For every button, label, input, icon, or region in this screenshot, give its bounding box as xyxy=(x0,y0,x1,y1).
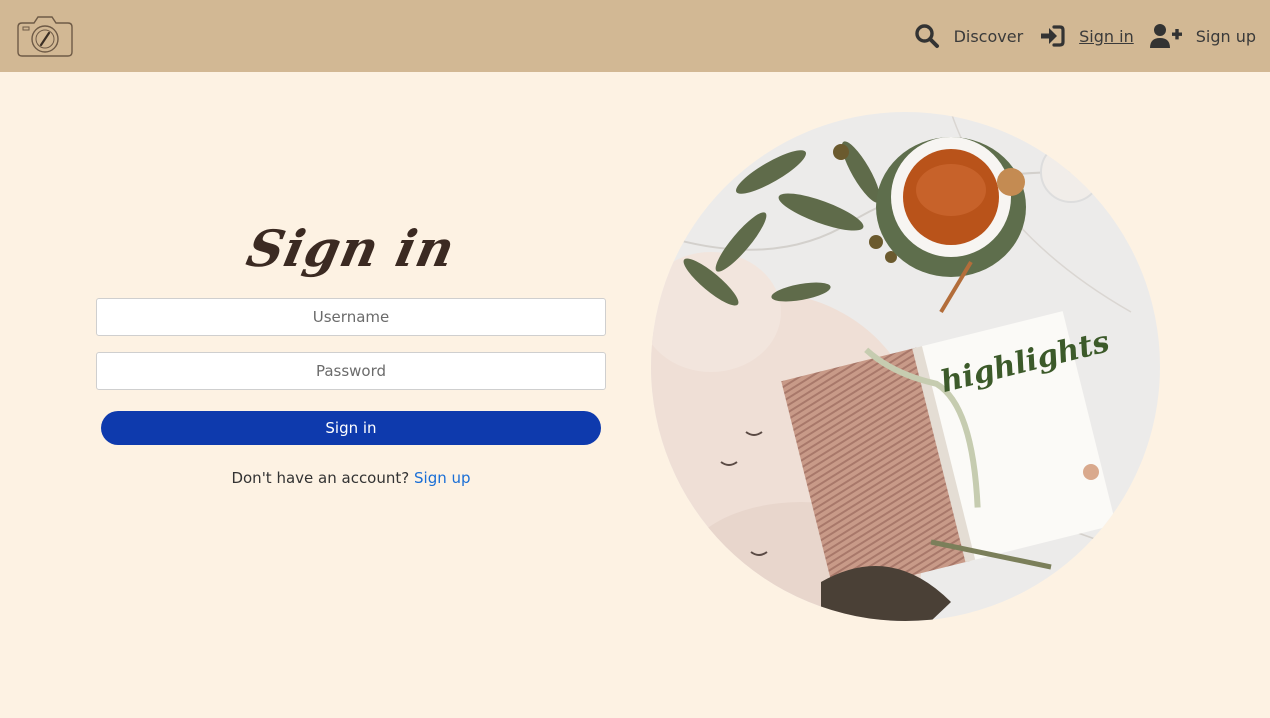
nav-signup-link[interactable]: Sign up xyxy=(1196,27,1256,46)
nav-signup-label: Sign up xyxy=(1195,26,1256,46)
sign-in-icon[interactable] xyxy=(1039,23,1065,49)
hero-image: highlights xyxy=(651,112,1160,621)
camera-logo-icon[interactable] xyxy=(14,11,76,61)
top-navbar: Discover Sign in Sign up xyxy=(0,0,1270,72)
signup-link[interactable]: Sign up xyxy=(414,469,471,487)
nav-signin-link[interactable]: Sign in xyxy=(1079,27,1134,46)
signup-prompt: Don't have an account? Sign up xyxy=(231,469,470,487)
signin-submit-button[interactable]: Sign in xyxy=(101,411,601,445)
user-plus-icon[interactable] xyxy=(1149,23,1182,49)
nav-discover-label: Discover xyxy=(953,26,1024,46)
nav-links: Discover Sign in Sign up xyxy=(914,0,1256,72)
nav-discover-link[interactable]: Discover xyxy=(954,27,1024,46)
signin-form: Sign in Sign in Don't have an account? S… xyxy=(96,200,606,487)
signin-title: Sign in xyxy=(241,219,461,278)
username-input[interactable] xyxy=(96,298,606,336)
no-account-text: Don't have an account? xyxy=(231,469,410,487)
nav-signin-label: Sign in xyxy=(1079,26,1134,46)
password-input[interactable] xyxy=(96,352,606,390)
search-icon[interactable] xyxy=(914,23,940,49)
